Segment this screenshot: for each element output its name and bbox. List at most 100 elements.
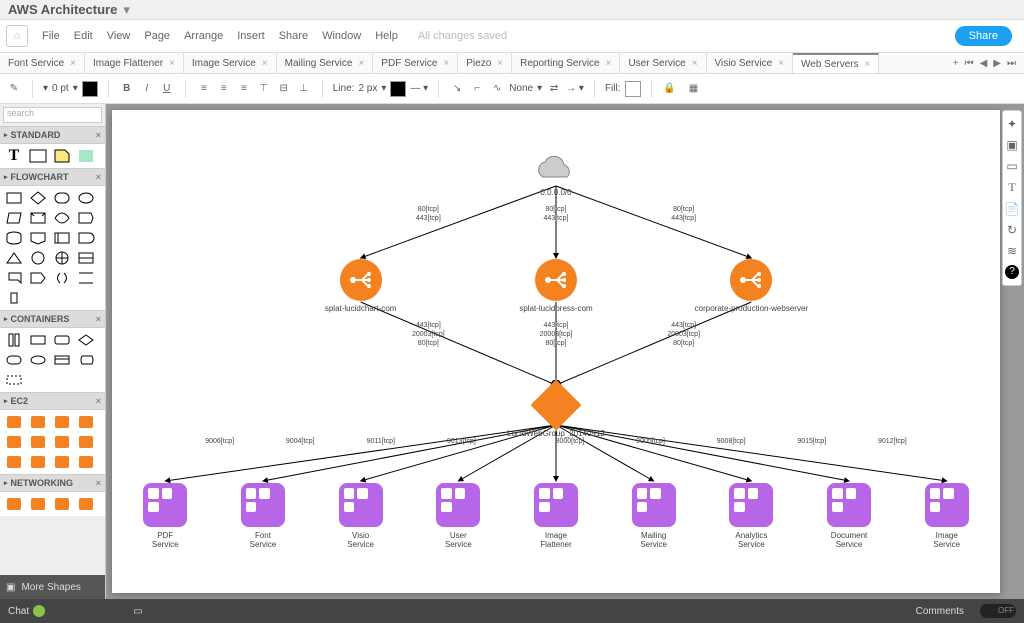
align-right-icon[interactable]: ≡ [236,81,252,97]
service-node[interactable] [632,483,676,527]
tab-close-icon[interactable]: × [692,58,698,69]
history-tool-icon[interactable]: ↻ [1007,223,1017,237]
fill-shape[interactable] [76,148,96,164]
flowchart-shape-1[interactable] [28,190,48,206]
service-node[interactable] [241,483,285,527]
ec2-shape-6[interactable] [52,434,72,450]
text-tool-icon[interactable]: T [1008,180,1015,195]
align-left-icon[interactable]: ≡ [196,81,212,97]
container-shape-2[interactable] [52,332,72,348]
title-dropdown-icon[interactable]: ▾ [123,2,130,18]
menu-view[interactable]: View [107,30,131,42]
connector-straight-icon[interactable]: ↘ [449,81,465,97]
tab-close-icon[interactable]: × [606,58,612,69]
flowchart-shape-11[interactable] [76,230,96,246]
lock-icon[interactable]: 🔒 [662,81,678,97]
ec2-shape-1[interactable] [28,414,48,430]
share-button[interactable]: Share [955,26,1012,46]
menu-file[interactable]: File [42,30,60,42]
tab-close-icon[interactable]: × [169,58,175,69]
flowchart-shape-20[interactable] [4,290,24,306]
tab-visio-service[interactable]: Visio Service× [707,53,793,73]
valign-middle-icon[interactable]: ⊟ [276,81,292,97]
tab-pdf-service[interactable]: PDF Service× [373,53,458,73]
fill-color-swatch[interactable] [625,81,641,97]
container-shape-5[interactable] [28,352,48,368]
service-node[interactable] [827,483,871,527]
cloud-node[interactable] [531,155,581,185]
menu-insert[interactable]: Insert [237,30,265,42]
menu-share[interactable]: Share [279,30,308,42]
ec2-shape-0[interactable] [4,414,24,430]
note-shape[interactable] [52,148,72,164]
container-shape-7[interactable] [76,352,96,368]
flowchart-shape-4[interactable] [4,210,24,226]
service-node[interactable] [339,483,383,527]
connector-curve-icon[interactable]: ∿ [489,81,505,97]
ec2-shape-5[interactable] [28,434,48,450]
ec2-shape-11[interactable] [76,454,96,470]
flowchart-shape-14[interactable] [52,250,72,266]
menu-window[interactable]: Window [322,30,361,42]
tab-user-service[interactable]: User Service× [620,53,706,73]
text-shape[interactable]: T [4,148,24,164]
flowchart-shape-10[interactable] [52,230,72,246]
cursor-tool-icon[interactable]: ✦ [1007,117,1017,131]
ec2-shape-4[interactable] [4,434,24,450]
flowchart-shape-18[interactable] [52,270,72,286]
menu-edit[interactable]: Edit [74,30,93,42]
help-tool-icon[interactable]: ? [1005,265,1019,279]
flowchart-shape-5[interactable] [28,210,48,226]
service-node[interactable] [143,483,187,527]
section-standard[interactable]: ▸STANDARD× [0,126,105,144]
comments-toggle[interactable] [980,604,1016,618]
align-center-icon[interactable]: ≡ [216,81,232,97]
flowchart-shape-0[interactable] [4,190,24,206]
line-width-input[interactable]: 2 px [358,83,377,94]
menu-help[interactable]: Help [375,30,398,42]
service-node[interactable] [534,483,578,527]
add-tab-icon[interactable]: + [953,58,959,69]
font-select[interactable]: ▾ [43,83,48,94]
comments-button[interactable]: Comments [916,606,964,617]
ec2-shape-9[interactable] [28,454,48,470]
flowchart-shape-15[interactable] [76,250,96,266]
font-size-input[interactable]: 0 pt [52,83,69,94]
flowchart-shape-19[interactable] [76,270,96,286]
tab-piezo[interactable]: Piezo× [458,53,512,73]
menu-page[interactable]: Page [144,30,170,42]
ec2-shape-8[interactable] [4,454,24,470]
container-shape-1[interactable] [28,332,48,348]
tab-next-icon[interactable]: ▶ [993,58,1001,69]
ec2-shape-3[interactable] [76,414,96,430]
ec2-shape-2[interactable] [52,414,72,430]
more-shapes-button[interactable]: ▣ More Shapes [0,575,105,599]
group-icon[interactable]: ▦ [686,81,702,97]
flowchart-shape-17[interactable] [28,270,48,286]
service-node[interactable] [925,483,969,527]
menu-arrange[interactable]: Arrange [184,30,223,42]
section-flowchart[interactable]: ▸FLOWCHART× [0,168,105,186]
container-shape-3[interactable] [76,332,96,348]
tab-reporting-service[interactable]: Reporting Service× [512,53,620,73]
valign-bottom-icon[interactable]: ⊥ [296,81,312,97]
flowchart-shape-16[interactable] [4,270,24,286]
tab-close-icon[interactable]: × [497,58,503,69]
flowchart-shape-2[interactable] [52,190,72,206]
bold-button[interactable]: B [119,81,135,97]
line-color-swatch[interactable] [390,81,406,97]
tab-close-icon[interactable]: × [262,58,268,69]
section-ec2[interactable]: ▸EC2× [0,392,105,410]
flowchart-shape-13[interactable] [28,250,48,266]
container-shape-0[interactable] [4,332,24,348]
connector-elbow-icon[interactable]: ⌐ [469,81,485,97]
flowchart-shape-8[interactable] [4,230,24,246]
arrow-end-select[interactable]: → ▾ [566,83,584,94]
ec2-shape-10[interactable] [52,454,72,470]
section-containers[interactable]: ▸CONTAINERS× [0,310,105,328]
tab-prev-icon[interactable]: ◀ [980,58,988,69]
tab-font-service[interactable]: Font Service× [0,53,85,73]
shape-search-input[interactable]: search [3,107,102,123]
arrow-start-select[interactable]: None [509,83,533,94]
tab-close-icon[interactable]: × [443,58,449,69]
